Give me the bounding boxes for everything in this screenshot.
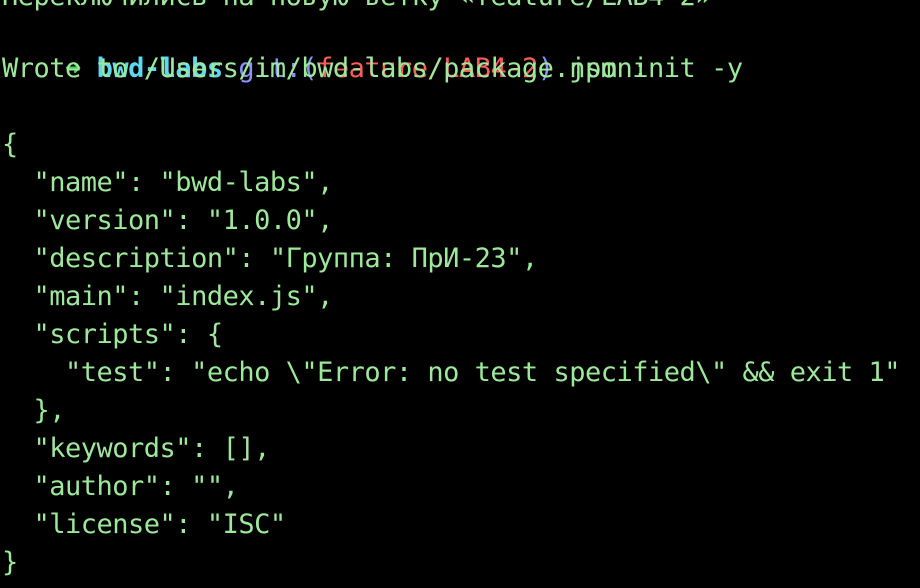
json-line: }, bbox=[2, 395, 66, 426]
json-line: "main": "index.js", bbox=[2, 281, 334, 312]
json-line: } bbox=[2, 547, 18, 578]
json-line: "test": "echo \"Error: no test specified… bbox=[2, 357, 901, 388]
prompt-line: ➜ bwd-labs git:(feature/LAB4-2) npm init… bbox=[2, 12, 743, 84]
json-line: "keywords": [], bbox=[2, 433, 271, 464]
json-line: "license": "ISC" bbox=[2, 509, 287, 540]
terminal-window[interactable]: Переключились на новую ветку «feature/LA… bbox=[0, 0, 920, 588]
json-line: "name": "bwd-labs", bbox=[2, 167, 334, 198]
json-line: { bbox=[2, 129, 18, 160]
json-line: "author": "", bbox=[2, 471, 239, 502]
output-wrote-line: Wrote to /Users/im/bwd-labs/package.json… bbox=[2, 53, 648, 84]
json-line: "description": "Группа: ПрИ-23", bbox=[2, 243, 539, 274]
json-line: "scripts": { bbox=[2, 319, 224, 350]
json-line: "version": "1.0.0", bbox=[2, 205, 334, 236]
